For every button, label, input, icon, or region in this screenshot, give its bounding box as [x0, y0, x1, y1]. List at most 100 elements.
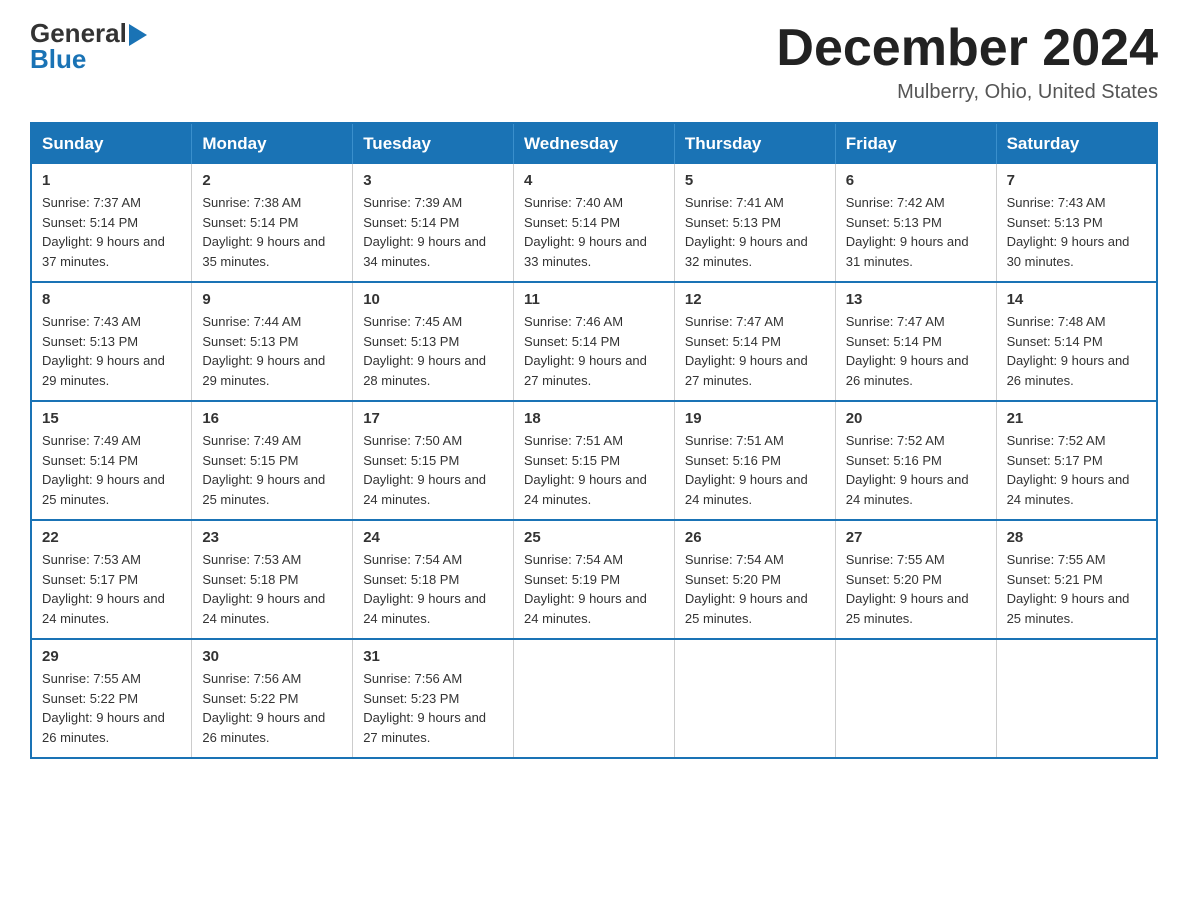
day-number: 11	[524, 291, 664, 308]
day-info: Sunrise: 7:37 AMSunset: 5:14 PMDaylight:…	[42, 193, 181, 271]
day-info: Sunrise: 7:49 AMSunset: 5:14 PMDaylight:…	[42, 431, 181, 509]
day-number: 31	[363, 648, 503, 665]
day-info: Sunrise: 7:47 AMSunset: 5:14 PMDaylight:…	[685, 312, 825, 390]
calendar-cell: 2 Sunrise: 7:38 AMSunset: 5:14 PMDaylight…	[192, 164, 353, 282]
calendar-cell	[996, 639, 1157, 758]
calendar-cell: 28 Sunrise: 7:55 AMSunset: 5:21 PMDayligh…	[996, 520, 1157, 639]
calendar-cell: 3Sunrise: 7:39 AMSunset: 5:14 PMDaylight…	[353, 164, 514, 282]
calendar-cell: 27 Sunrise: 7:55 AMSunset: 5:20 PMDayligh…	[835, 520, 996, 639]
calendar-cell: 22 Sunrise: 7:53 AMSunset: 5:17 PMDayligh…	[31, 520, 192, 639]
day-number: 8	[42, 291, 181, 308]
day-info: Sunrise: 7:54 AMSunset: 5:20 PMDaylight:…	[685, 550, 825, 628]
calendar-cell: 4 Sunrise: 7:40 AMSunset: 5:14 PMDaylight…	[514, 164, 675, 282]
calendar-cell: 5 Sunrise: 7:41 AMSunset: 5:13 PMDaylight…	[674, 164, 835, 282]
calendar-cell	[514, 639, 675, 758]
calendar-cell: 8 Sunrise: 7:43 AMSunset: 5:13 PMDaylight…	[31, 282, 192, 401]
day-info: Sunrise: 7:56 AMSunset: 5:22 PMDaylight:…	[202, 669, 342, 747]
day-info: Sunrise: 7:52 AMSunset: 5:16 PMDaylight:…	[846, 431, 986, 509]
calendar-cell: 11 Sunrise: 7:46 AMSunset: 5:14 PMDayligh…	[514, 282, 675, 401]
day-number: 22	[42, 529, 181, 546]
calendar-cell: 17Sunrise: 7:50 AMSunset: 5:15 PMDayligh…	[353, 401, 514, 520]
day-number: 16	[202, 410, 342, 427]
day-info: Sunrise: 7:48 AMSunset: 5:14 PMDaylight:…	[1007, 312, 1146, 390]
calendar-cell: 23 Sunrise: 7:53 AMSunset: 5:18 PMDayligh…	[192, 520, 353, 639]
logo: General Blue	[30, 20, 147, 72]
day-info: Sunrise: 7:45 AMSunset: 5:13 PMDaylight:…	[363, 312, 503, 390]
calendar-cell: 16 Sunrise: 7:49 AMSunset: 5:15 PMDayligh…	[192, 401, 353, 520]
calendar-cell: 14 Sunrise: 7:48 AMSunset: 5:14 PMDayligh…	[996, 282, 1157, 401]
calendar-cell: 19 Sunrise: 7:51 AMSunset: 5:16 PMDayligh…	[674, 401, 835, 520]
day-info: Sunrise: 7:56 AMSunset: 5:23 PMDaylight:…	[363, 669, 503, 747]
title-area: December 2024 Mulberry, Ohio, United Sta…	[776, 20, 1158, 104]
calendar-cell: 20 Sunrise: 7:52 AMSunset: 5:16 PMDayligh…	[835, 401, 996, 520]
day-number: 15	[42, 410, 181, 427]
calendar-cell: 15 Sunrise: 7:49 AMSunset: 5:14 PMDayligh…	[31, 401, 192, 520]
day-number: 20	[846, 410, 986, 427]
day-of-week-header: Tuesday	[353, 123, 514, 164]
day-info: Sunrise: 7:38 AMSunset: 5:14 PMDaylight:…	[202, 193, 342, 271]
day-info: Sunrise: 7:46 AMSunset: 5:14 PMDaylight:…	[524, 312, 664, 390]
calendar-cell: 21Sunrise: 7:52 AMSunset: 5:17 PMDayligh…	[996, 401, 1157, 520]
day-number: 24	[363, 529, 503, 546]
calendar-cell: 29 Sunrise: 7:55 AMSunset: 5:22 PMDayligh…	[31, 639, 192, 758]
day-info: Sunrise: 7:47 AMSunset: 5:14 PMDaylight:…	[846, 312, 986, 390]
day-number: 29	[42, 648, 181, 665]
logo-arrow-icon	[129, 24, 147, 46]
calendar-cell: 24Sunrise: 7:54 AMSunset: 5:18 PMDayligh…	[353, 520, 514, 639]
day-number: 19	[685, 410, 825, 427]
day-number: 28	[1007, 529, 1146, 546]
calendar-cell: 9 Sunrise: 7:44 AMSunset: 5:13 PMDaylight…	[192, 282, 353, 401]
calendar-cell	[835, 639, 996, 758]
day-info: Sunrise: 7:44 AMSunset: 5:13 PMDaylight:…	[202, 312, 342, 390]
day-info: Sunrise: 7:40 AMSunset: 5:14 PMDaylight:…	[524, 193, 664, 271]
day-number: 21	[1007, 410, 1146, 427]
day-info: Sunrise: 7:41 AMSunset: 5:13 PMDaylight:…	[685, 193, 825, 271]
day-of-week-header: Thursday	[674, 123, 835, 164]
calendar-cell: 6 Sunrise: 7:42 AMSunset: 5:13 PMDaylight…	[835, 164, 996, 282]
day-number: 18	[524, 410, 664, 427]
day-number: 14	[1007, 291, 1146, 308]
day-info: Sunrise: 7:53 AMSunset: 5:18 PMDaylight:…	[202, 550, 342, 628]
day-info: Sunrise: 7:49 AMSunset: 5:15 PMDaylight:…	[202, 431, 342, 509]
day-info: Sunrise: 7:43 AMSunset: 5:13 PMDaylight:…	[42, 312, 181, 390]
day-info: Sunrise: 7:43 AMSunset: 5:13 PMDaylight:…	[1007, 193, 1146, 271]
day-number: 25	[524, 529, 664, 546]
day-info: Sunrise: 7:55 AMSunset: 5:22 PMDaylight:…	[42, 669, 181, 747]
day-number: 6	[846, 172, 986, 189]
month-title: December 2024	[776, 20, 1158, 77]
day-number: 7	[1007, 172, 1146, 189]
day-number: 13	[846, 291, 986, 308]
logo-general: General	[30, 20, 127, 46]
day-number: 27	[846, 529, 986, 546]
day-number: 3	[363, 172, 503, 189]
day-info: Sunrise: 7:42 AMSunset: 5:13 PMDaylight:…	[846, 193, 986, 271]
calendar-cell: 7 Sunrise: 7:43 AMSunset: 5:13 PMDaylight…	[996, 164, 1157, 282]
day-of-week-header: Saturday	[996, 123, 1157, 164]
calendar-cell: 25Sunrise: 7:54 AMSunset: 5:19 PMDayligh…	[514, 520, 675, 639]
day-info: Sunrise: 7:51 AMSunset: 5:16 PMDaylight:…	[685, 431, 825, 509]
calendar-cell: 10 Sunrise: 7:45 AMSunset: 5:13 PMDayligh…	[353, 282, 514, 401]
day-info: Sunrise: 7:55 AMSunset: 5:21 PMDaylight:…	[1007, 550, 1146, 628]
location: Mulberry, Ohio, United States	[776, 81, 1158, 104]
day-number: 4	[524, 172, 664, 189]
calendar-cell: 18 Sunrise: 7:51 AMSunset: 5:15 PMDayligh…	[514, 401, 675, 520]
calendar-cell	[674, 639, 835, 758]
day-number: 23	[202, 529, 342, 546]
day-info: Sunrise: 7:51 AMSunset: 5:15 PMDaylight:…	[524, 431, 664, 509]
day-info: Sunrise: 7:55 AMSunset: 5:20 PMDaylight:…	[846, 550, 986, 628]
page-header: General Blue December 2024 Mulberry, Ohi…	[30, 20, 1158, 104]
day-number: 1	[42, 172, 181, 189]
day-info: Sunrise: 7:50 AMSunset: 5:15 PMDaylight:…	[363, 431, 503, 509]
calendar-table: SundayMondayTuesdayWednesdayThursdayFrid…	[30, 122, 1158, 759]
calendar-cell: 31 Sunrise: 7:56 AMSunset: 5:23 PMDayligh…	[353, 639, 514, 758]
day-info: Sunrise: 7:53 AMSunset: 5:17 PMDaylight:…	[42, 550, 181, 628]
calendar-cell: 30Sunrise: 7:56 AMSunset: 5:22 PMDayligh…	[192, 639, 353, 758]
day-number: 2	[202, 172, 342, 189]
day-number: 10	[363, 291, 503, 308]
day-number: 9	[202, 291, 342, 308]
day-of-week-header: Monday	[192, 123, 353, 164]
day-number: 5	[685, 172, 825, 189]
day-number: 26	[685, 529, 825, 546]
logo-blue: Blue	[30, 44, 86, 74]
day-of-week-header: Wednesday	[514, 123, 675, 164]
